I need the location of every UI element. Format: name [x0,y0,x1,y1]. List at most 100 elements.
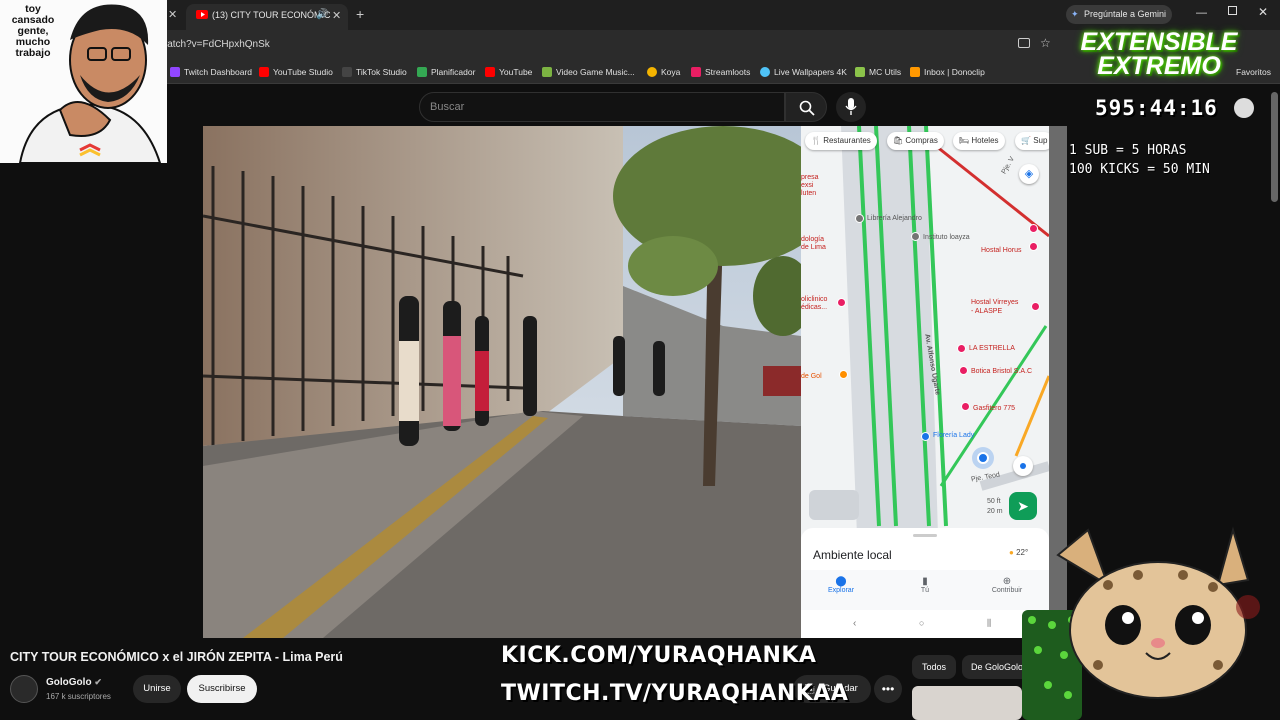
directions-icon: ➤ [1017,498,1029,514]
youtube-icon [485,67,495,77]
tab-audio-icon[interactable]: 🔊 [316,9,328,20]
panel-title: Ambiente local [813,548,892,562]
map-pin-icon[interactable] [837,298,846,307]
planner-icon [417,67,427,77]
streamloots-icon [691,67,701,77]
gemini-button[interactable]: ✦ Pregúntale a Gemini [1066,5,1172,24]
kick-rule-text: 100 KICKS = 50 MIN [1069,162,1210,177]
bookmark-item[interactable]: YouTube [485,64,532,80]
map-pin-icon[interactable] [957,344,966,353]
map-chip-restaurants[interactable]: 🍴 Restaurantes [805,132,877,150]
android-recents-icon[interactable]: ⫼ [987,618,991,629]
voice-search-button[interactable] [836,92,866,122]
search-input[interactable]: Buscar [419,92,785,122]
map-pin-icon[interactable] [855,214,864,223]
avatar-speech-text: toy cansado gente, mucho trabajo [11,3,55,59]
streamer-avatar-overlay: toy cansado gente, mucho trabajo [0,0,167,163]
close-tab-icon[interactable]: ✕ [168,8,177,21]
map-pin-icon[interactable] [959,366,968,375]
drag-handle[interactable] [913,534,937,537]
more-actions-button[interactable]: ••• [874,675,902,703]
channel-avatar[interactable] [10,675,38,703]
street-view-thumbnail[interactable] [809,490,859,520]
map-pin-icon[interactable] [1031,302,1040,311]
bed-icon: 🛏 [959,136,970,145]
map-pin-icon[interactable] [911,232,920,241]
maximize-icon[interactable] [1228,6,1237,15]
bookmark-item[interactable]: Twitch Dashboard [170,64,252,80]
location-icon [1020,463,1026,469]
tiktok-icon [342,67,352,77]
extensible-extremo-logo: EXTENSIBLE EXTREMO [1080,28,1238,80]
new-tab-icon[interactable]: + [356,6,364,22]
subathon-timer: 595:44:16 [1095,96,1218,120]
map-label: Hostal Virreyes - ALASPE [971,299,1019,315]
local-panel[interactable]: Ambiente local ● 22° ⬤ Explorar ▮ Tú ⊕ C… [801,528,1049,638]
bookmark-item[interactable]: Streamloots [691,64,750,80]
cat-mascot-overlay [1022,526,1260,720]
map-label: Hostal Horus [981,247,1022,254]
map-chip-shopping[interactable]: 🛍 Compras [887,132,944,150]
bookmark-item[interactable]: TikTok Studio [342,64,407,80]
fork-icon: 🍴 [811,136,821,145]
bookmark-item[interactable]: Koya [647,64,680,80]
minimize-icon[interactable]: — [1196,7,1207,19]
url-field[interactable]: watch?v=FdCHpxhQnSk [160,36,1040,54]
recenter-button[interactable] [1013,456,1033,476]
bookmark-item[interactable]: YouTube Studio [259,64,333,80]
search-button[interactable] [785,92,827,122]
map-label: Gasfitero 775 [973,405,1016,412]
join-button[interactable]: Unirse [133,675,181,703]
microphone-icon [845,98,857,115]
map-label: Instituto loayza [923,234,970,241]
related-video-thumbnail[interactable] [912,686,1022,720]
directions-button[interactable]: ➤ [1009,492,1037,520]
android-home-icon[interactable]: ○ [919,618,924,628]
map-pin-icon[interactable] [921,432,930,441]
map-label: presa exsi luten [801,174,819,197]
kick-link-overlay: KICK.COM/YURAQHANKA [493,638,816,672]
map-pin-icon[interactable] [961,402,970,411]
bookmark-star-icon[interactable]: ☆ [1040,36,1051,50]
bag-icon: 🛍 [893,136,904,145]
close-tab-icon[interactable]: ✕ [332,9,341,22]
koya-icon [647,67,657,77]
sun-icon: ● [1009,548,1014,557]
mc-utils-icon [855,67,865,77]
bookmark-item[interactable]: Video Game Music... [542,64,635,80]
map-pin-icon[interactable] [1029,224,1038,233]
subscribe-button[interactable]: Suscribirse [187,675,257,703]
map-scale-m: 20 m [987,508,1003,515]
bookmark-item[interactable]: Inbox | Donoclip [910,64,985,80]
map-label: de Gol [801,373,822,380]
youtube-studio-icon [259,67,269,77]
video-player[interactable]: 🍴 Restaurantes 🛍 Compras 🛏 Hoteles 🛒 Sup… [203,126,1067,638]
nav-you[interactable]: ▮ Tú [905,576,945,594]
map-chip-hotels[interactable]: 🛏 Hoteles [953,132,1005,150]
search-icon [799,100,815,116]
bookmark-item[interactable]: Live Wallpapers 4K [760,64,847,80]
page-scrollbar[interactable] [1271,92,1278,202]
pin-icon: ⬤ [835,576,847,587]
nav-explore[interactable]: ⬤ Explorar [821,576,861,594]
browser-tab-active[interactable]: (13) CITY TOUR ECONÓMIC 🔊 ✕ [186,4,348,30]
twitch-icon [170,67,180,77]
sub-rule-text: 1 SUB = 5 HORAS [1069,143,1187,158]
map-scale-ft: 50 ft [987,498,1001,505]
channel-name[interactable]: GoloGolo ✔ [46,677,102,688]
bookmark-item[interactable]: MC Utils [855,64,901,80]
bookmark-item[interactable]: Planificador [417,64,475,80]
install-app-icon[interactable] [1018,38,1030,48]
android-back-icon[interactable]: ‹ [853,618,856,629]
subscriber-count: 167 k suscriptores [46,692,111,701]
map-label: dología de Lima [801,236,826,251]
map-panel[interactable]: 🍴 Restaurantes 🛍 Compras 🛏 Hoteles 🛒 Sup… [801,126,1049,638]
close-window-icon[interactable]: ✕ [1258,5,1268,19]
cart-icon: 🛒 [1021,136,1031,145]
map-label: Librería Alejandro [867,215,922,222]
chip-all[interactable]: Todos [912,655,956,679]
map-pin-icon[interactable] [1029,242,1038,251]
map-chip-supermarkets[interactable]: 🛒 Sup [1015,132,1049,150]
layers-icon[interactable]: ◈ [1019,164,1039,184]
map-pin-icon[interactable] [839,370,848,379]
